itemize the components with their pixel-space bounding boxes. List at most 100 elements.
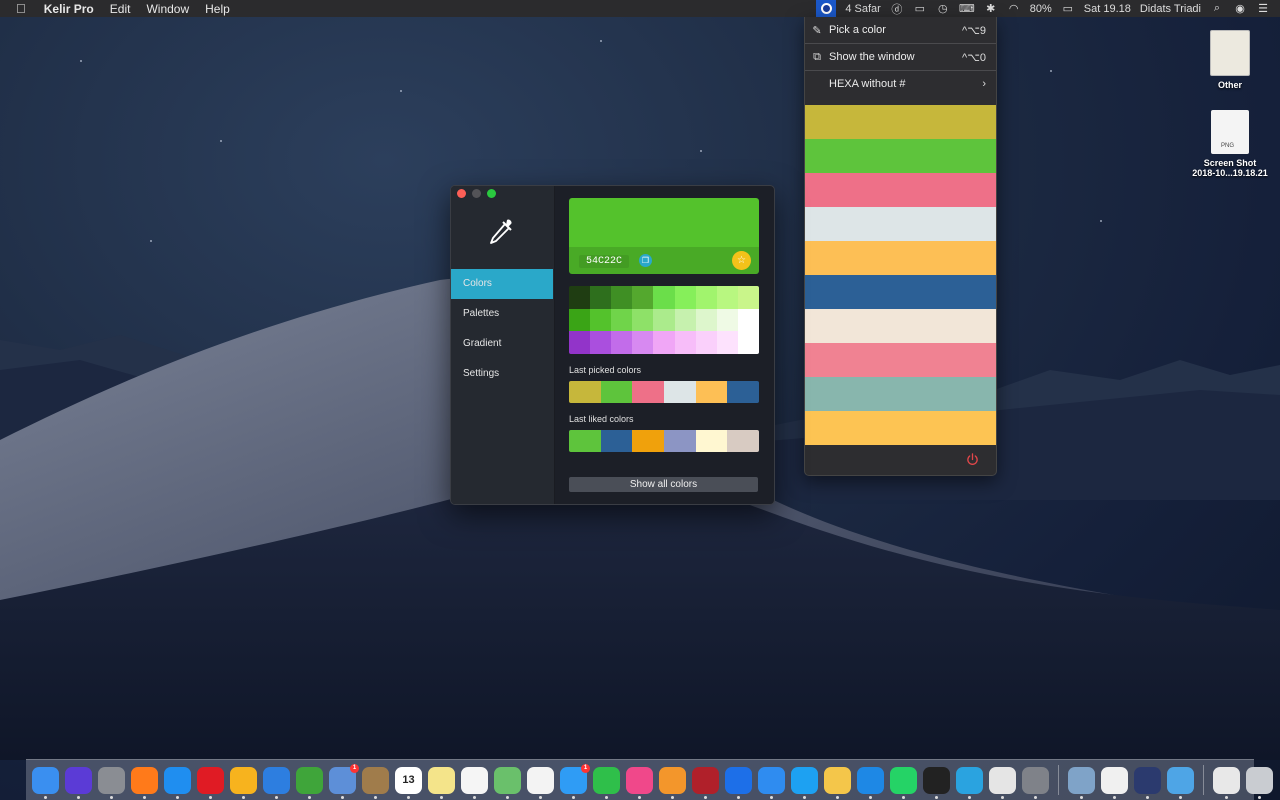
pick-color-menu-item[interactable]: ✎ Pick a color ^⌥9 [805,17,996,44]
shade-swatch[interactable] [674,286,696,309]
power-quit-icon[interactable] [966,452,979,466]
minimize-window-button[interactable] [472,189,481,198]
terminal-icon[interactable] [923,766,950,799]
sketch-icon[interactable] [230,766,257,799]
recent-color-swatch[interactable] [805,105,996,139]
document-stack-icon[interactable] [1213,766,1240,799]
opera-icon[interactable] [197,766,224,799]
apple-menu-icon[interactable]:  [0,1,36,16]
shade-swatch[interactable] [695,308,717,332]
sidebar-item-settings[interactable]: Settings [451,359,553,389]
bluetooth-icon[interactable]: ✱ [984,0,998,17]
shade-swatch[interactable] [632,286,654,309]
telegram-icon[interactable] [956,766,983,799]
sidebar-item-gradient[interactable]: Gradient [451,329,553,359]
shade-swatch[interactable] [590,331,612,354]
like-color-button[interactable]: ☆ [732,251,751,270]
vpn-shield-icon[interactable] [857,766,884,799]
mail-icon[interactable]: 1 [329,763,359,799]
close-window-button[interactable] [457,189,466,198]
app-store-icon[interactable] [758,766,785,799]
recent-color-swatch[interactable] [805,411,996,445]
dashlane-icon[interactable]: ⓓ [890,0,904,17]
hex-format-menu-item[interactable]: HEXA without # › [805,71,996,97]
shade-swatch[interactable] [716,331,738,354]
recent-color-swatch[interactable] [805,275,996,309]
maps-icon[interactable] [494,766,521,799]
notes-icon[interactable] [428,766,455,799]
battery-percent[interactable]: 80% [1030,0,1052,17]
kelir-menubar-icon[interactable] [816,0,837,17]
screen-capture-icon[interactable] [1134,766,1161,799]
shade-swatch[interactable] [737,286,759,309]
shade-swatch[interactable] [695,286,717,309]
shade-swatch[interactable] [653,308,675,332]
photos-icon[interactable] [527,766,554,799]
recent-color-swatch[interactable] [805,207,996,241]
messages-icon[interactable]: 1 [560,763,590,799]
whatsapp-icon[interactable] [890,766,917,799]
notification-center-icon[interactable]: ☰ [1256,0,1270,17]
shade-swatch[interactable] [569,308,591,332]
recent-color-swatch[interactable] [805,139,996,173]
edit-menu[interactable]: Edit [102,2,139,16]
shade-swatch[interactable] [590,286,612,309]
shade-swatch[interactable] [716,308,738,332]
last-liked-swatch[interactable] [727,430,759,452]
last-liked-swatch[interactable] [569,430,601,452]
shade-swatch[interactable] [695,331,717,354]
show-all-colors-button[interactable]: Show all colors [569,477,758,492]
shade-swatch[interactable] [632,331,654,354]
copy-hex-button[interactable]: ❐ [639,254,652,267]
shade-swatch[interactable] [569,331,591,354]
trash-icon[interactable] [1246,766,1273,799]
shade-swatch[interactable] [737,308,759,332]
shade-swatch[interactable] [674,308,696,332]
notebook-icon[interactable] [362,766,389,799]
shade-swatch[interactable] [611,286,633,309]
siri-status-icon[interactable]: ◉ [1233,0,1247,17]
photo-booth-icon[interactable] [692,766,719,799]
itunes-icon[interactable] [626,766,653,799]
sidebar-item-colors[interactable]: Colors [451,269,553,299]
sublime-icon[interactable] [989,766,1016,799]
last-liked-swatch[interactable] [632,430,665,452]
preview-icon[interactable] [1068,766,1095,799]
last-liked-swatch[interactable] [695,430,728,452]
recent-color-swatch[interactable] [805,309,996,343]
shade-swatch[interactable] [737,331,759,354]
last-picked-swatch[interactable] [664,381,696,403]
finder-icon[interactable] [32,766,59,799]
reminders-icon[interactable] [461,766,488,799]
shade-swatch[interactable] [569,286,591,309]
app-menu[interactable]: Kelir Pro [36,2,102,16]
kelir-icon[interactable] [1101,766,1128,799]
spotlight-search-icon[interactable]: ⌕ [1210,0,1224,17]
last-picked-swatch[interactable] [727,381,759,403]
xcode-icon[interactable] [263,766,290,799]
safari-count-status[interactable]: 4 Safar [845,0,880,17]
location-icon[interactable] [725,766,752,799]
sidebar-item-palettes[interactable]: Palettes [451,299,553,329]
clock[interactable]: Sat 19.18 [1084,0,1131,17]
recent-color-swatch[interactable] [805,241,996,275]
keyboard-icon[interactable]: ⌨ [959,0,975,17]
zoom-window-button[interactable] [487,189,496,198]
siri-icon[interactable] [65,766,92,799]
airplay-icon[interactable]: ▭ [913,0,927,17]
last-picked-swatch[interactable] [695,381,728,403]
shade-swatch[interactable] [653,331,675,354]
recent-color-swatch[interactable] [805,343,996,377]
desktop-icon-other[interactable]: Other [1180,30,1280,90]
recent-color-swatch[interactable] [805,377,996,411]
shade-swatch[interactable] [632,308,654,332]
shade-swatch[interactable] [611,331,633,354]
last-picked-swatch[interactable] [569,381,601,403]
recent-color-swatch[interactable] [805,173,996,207]
system-preferences-icon[interactable] [1022,766,1049,799]
hex-value-field[interactable]: 54C22C [579,255,630,268]
shade-swatch[interactable] [611,308,633,332]
last-picked-swatch[interactable] [632,381,665,403]
shade-swatch[interactable] [674,331,696,354]
help-menu[interactable]: Help [197,2,238,16]
